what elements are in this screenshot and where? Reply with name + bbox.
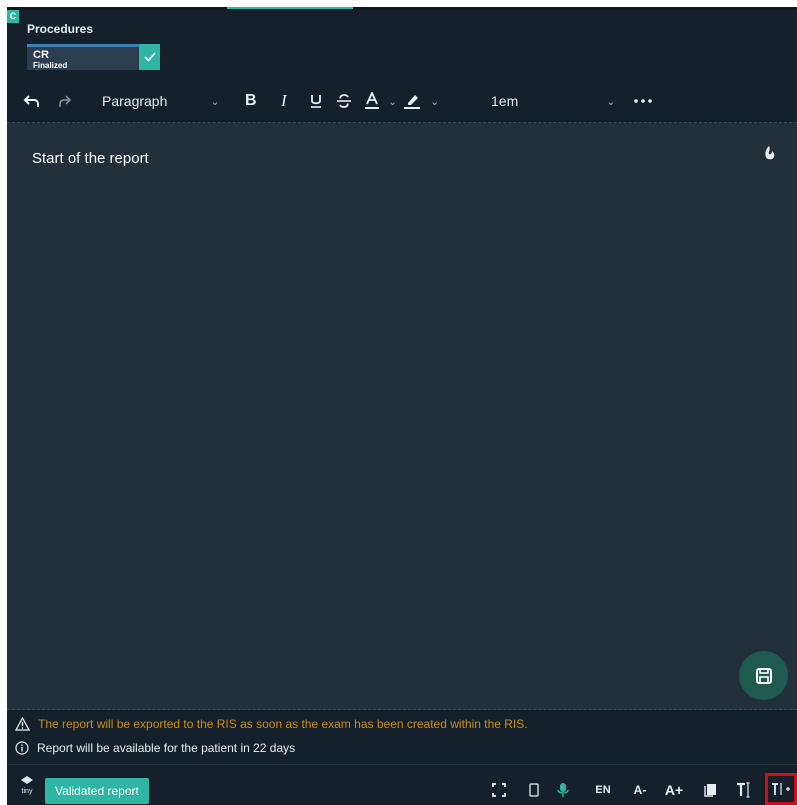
strikethrough-icon[interactable]	[336, 81, 352, 121]
procedures-panel: C Procedures CR Finalized	[7, 10, 797, 90]
export-warning: The report will be exported to the RIS a…	[15, 716, 528, 732]
export-warning-text: The report will be exported to the RIS a…	[38, 717, 528, 731]
report-editor[interactable]: Start of the report	[7, 123, 797, 710]
tiny-logo: tiny	[17, 776, 37, 798]
font-size-select[interactable]: 1em ⌄	[491, 81, 621, 121]
text-color-icon[interactable]	[364, 81, 380, 121]
font-size-value: 1em	[491, 93, 519, 109]
bold-icon[interactable]: B	[245, 81, 257, 121]
patient-availability-info: Report will be available for the patient…	[15, 740, 295, 756]
chevron-down-icon: ⌄	[606, 95, 616, 108]
insert-text-icon	[772, 783, 790, 795]
editor-toolbar: Paragraph ⌄ B I ⌄ ⌄ 1em ⌄	[7, 81, 797, 123]
voice-assist-icon[interactable]	[763, 145, 777, 166]
redo-icon[interactable]	[57, 81, 73, 121]
procedure-check-icon[interactable]	[139, 44, 160, 70]
language-selector[interactable]: EN	[591, 777, 615, 803]
tiny-logo-text: tiny	[21, 788, 33, 795]
undo-icon[interactable]	[23, 81, 41, 121]
font-smaller-button[interactable]: A-	[628, 777, 652, 803]
info-icon	[15, 741, 29, 755]
text-color-dropdown-icon[interactable]: ⌄	[388, 81, 397, 121]
underline-icon[interactable]	[309, 81, 323, 121]
procedure-status: Finalized	[33, 61, 68, 70]
more-icon[interactable]	[634, 81, 652, 121]
fullscreen-icon[interactable]	[488, 777, 510, 803]
insert-text-button[interactable]	[765, 773, 797, 805]
copy-icon[interactable]	[699, 777, 721, 803]
tiny-logo-icon	[21, 776, 33, 784]
highlight-icon[interactable]	[403, 81, 421, 121]
status-bar: tiny Validated report EN A- A+	[7, 764, 797, 805]
warning-icon	[15, 717, 30, 731]
procedure-card[interactable]: CR Finalized	[27, 44, 139, 70]
chevron-down-icon: ⌄	[210, 95, 220, 108]
section-badge: C	[7, 10, 19, 23]
report-editor-window: C Procedures CR Finalized Paragraph ⌄ B …	[7, 7, 797, 805]
text-cursor-icon[interactable]	[733, 777, 755, 803]
font-larger-button[interactable]: A+	[661, 777, 687, 803]
microphone-icon[interactable]	[552, 777, 574, 803]
procedure-code: CR	[33, 49, 49, 61]
procedures-title: Procedures	[27, 22, 94, 36]
block-format-value: Paragraph	[102, 93, 168, 109]
patient-availability-text: Report will be available for the patient…	[37, 741, 296, 755]
block-format-select[interactable]: Paragraph ⌄	[102, 81, 222, 121]
report-content[interactable]: Start of the report	[32, 150, 149, 167]
highlight-dropdown-icon[interactable]: ⌄	[430, 81, 439, 121]
mobile-preview-icon[interactable]	[523, 777, 545, 803]
save-icon	[755, 667, 772, 684]
italic-icon[interactable]: I	[281, 81, 287, 121]
validated-report-button[interactable]: Validated report	[45, 778, 149, 804]
active-indicator	[227, 7, 353, 9]
save-button[interactable]	[739, 651, 788, 700]
